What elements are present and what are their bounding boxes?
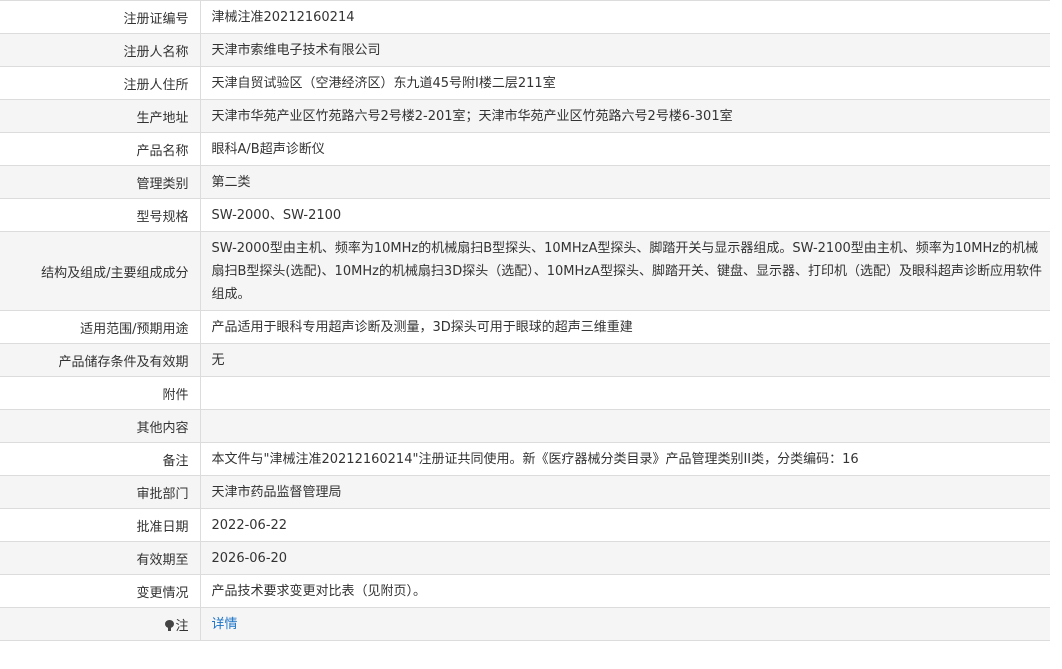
field-value	[200, 376, 1050, 410]
field-value: 2026-06-20	[200, 541, 1050, 575]
field-value: 产品适用于眼科专用超声诊断及测量，3D探头可用于眼球的超声三维重建	[200, 310, 1050, 344]
field-value: 本文件与"津械注准20212160214"注册证共同使用。新《医疗器械分类目录》…	[200, 442, 1050, 476]
bulb-icon	[165, 619, 175, 631]
row-approval-department: 审批部门 天津市药品监督管理局	[0, 475, 1050, 509]
field-label: 产品储存条件及有效期	[0, 343, 201, 377]
note-label: 注	[175, 618, 189, 634]
field-label: 变更情况	[0, 574, 201, 608]
field-label: 结构及组成/主要组成成分	[0, 231, 201, 311]
field-value: 眼科A/B超声诊断仪	[200, 132, 1050, 166]
field-label: 附件	[0, 376, 201, 410]
row-change-status: 变更情况 产品技术要求变更对比表（见附页）。	[0, 574, 1050, 608]
field-value: 2022-06-22	[200, 508, 1050, 542]
row-management-category: 管理类别 第二类	[0, 165, 1050, 199]
field-value: 天津市华苑产业区竹苑路六号2号楼2-201室；天津市华苑产业区竹苑路六号2号楼6…	[200, 99, 1050, 133]
field-label: 注册证编号	[0, 0, 201, 34]
field-value: 天津自贸试验区（空港经济区）东九道45号附I楼二层211室	[200, 66, 1050, 100]
row-model-spec: 型号规格 SW-2000、SW-2100	[0, 198, 1050, 232]
field-label: 产品名称	[0, 132, 201, 166]
field-label: 有效期至	[0, 541, 201, 575]
row-production-address: 生产地址 天津市华苑产业区竹苑路六号2号楼2-201室；天津市华苑产业区竹苑路六…	[0, 99, 1050, 133]
field-value: 无	[200, 343, 1050, 377]
field-label: 适用范围/预期用途	[0, 310, 201, 344]
row-attachments: 附件	[0, 376, 1050, 410]
field-value: 第二类	[200, 165, 1050, 199]
row-storage-validity: 产品储存条件及有效期 无	[0, 343, 1050, 377]
field-label: 生产地址	[0, 99, 201, 133]
note-label-cell: 注	[0, 607, 201, 641]
field-label: 管理类别	[0, 165, 201, 199]
row-note: 注 详情	[0, 607, 1050, 641]
registration-detail-table: 注册证编号 津械注准20212160214 注册人名称 天津市索维电子技术有限公…	[0, 0, 1050, 641]
field-value: 产品技术要求变更对比表（见附页）。	[200, 574, 1050, 608]
row-registrant-name: 注册人名称 天津市索维电子技术有限公司	[0, 33, 1050, 67]
row-intended-use: 适用范围/预期用途 产品适用于眼科专用超声诊断及测量，3D探头可用于眼球的超声三…	[0, 310, 1050, 344]
row-valid-until: 有效期至 2026-06-20	[0, 541, 1050, 575]
field-label: 备注	[0, 442, 201, 476]
field-value: 天津市索维电子技术有限公司	[200, 33, 1050, 67]
field-value: SW-2000型由主机、频率为10MHz的机械扇扫B型探头、10MHzA型探头、…	[200, 231, 1050, 311]
field-value: 天津市药品监督管理局	[200, 475, 1050, 509]
row-registration-number: 注册证编号 津械注准20212160214	[0, 0, 1050, 34]
note-value-cell: 详情	[200, 607, 1050, 641]
field-value: SW-2000、SW-2100	[200, 198, 1050, 232]
field-label: 注册人住所	[0, 66, 201, 100]
details-link[interactable]: 详情	[212, 617, 238, 632]
field-label: 其他内容	[0, 409, 201, 443]
field-label: 型号规格	[0, 198, 201, 232]
field-value: 津械注准20212160214	[200, 0, 1050, 34]
field-label: 审批部门	[0, 475, 201, 509]
row-other-content: 其他内容	[0, 409, 1050, 443]
row-approval-date: 批准日期 2022-06-22	[0, 508, 1050, 542]
field-label: 注册人名称	[0, 33, 201, 67]
row-remarks: 备注 本文件与"津械注准20212160214"注册证共同使用。新《医疗器械分类…	[0, 442, 1050, 476]
field-label: 批准日期	[0, 508, 201, 542]
row-structure-composition: 结构及组成/主要组成成分 SW-2000型由主机、频率为10MHz的机械扇扫B型…	[0, 231, 1050, 311]
row-product-name: 产品名称 眼科A/B超声诊断仪	[0, 132, 1050, 166]
row-registrant-address: 注册人住所 天津自贸试验区（空港经济区）东九道45号附I楼二层211室	[0, 66, 1050, 100]
field-value	[200, 409, 1050, 443]
